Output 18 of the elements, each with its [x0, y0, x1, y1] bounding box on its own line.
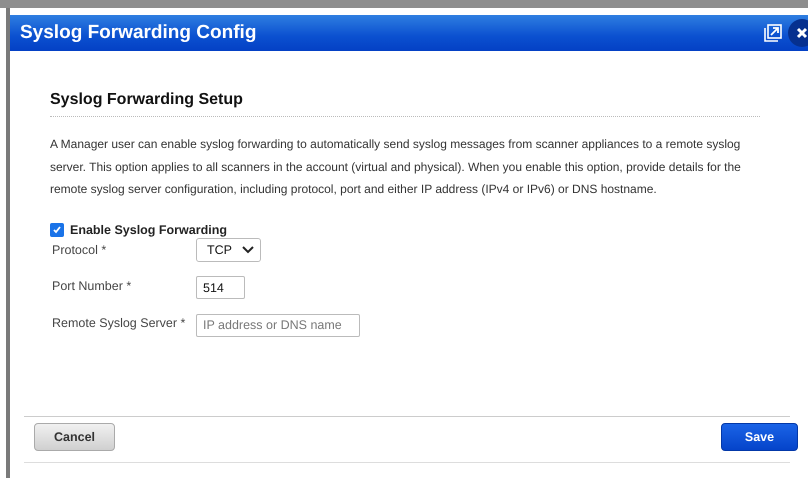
save-button[interactable]: Save: [721, 423, 798, 451]
section-title: Syslog Forwarding Setup: [50, 91, 760, 117]
popout-icon[interactable]: [764, 24, 782, 42]
protocol-dropdown[interactable]: TCP: [196, 238, 261, 262]
close-icon: [796, 27, 808, 39]
checkbox-label: Enable Syslog Forwarding: [70, 222, 227, 236]
window-title: Syslog Forwarding Config: [20, 22, 258, 44]
description-text: A Manager user can enable syslog forwarding to automatically send syslog messages from scanner appliances to a remote syslog server. This option applies to all scanners in the account (virtual and physical). When you enable this option, provide details for the remote syslog server configuration, including protocol, port and either IP address (IPv4 or IPv6) or DNS hostname.: [50, 136, 742, 198]
chevron-icon: [242, 246, 254, 254]
input-field[interactable]: 514: [196, 276, 245, 299]
enable-checkbox[interactable]: [50, 222, 64, 236]
cancel-button[interactable]: Cancel: [34, 423, 115, 451]
field-label: Remote Syslog Server *: [51, 316, 186, 330]
input-field[interactable]: IP address or DNS name: [196, 314, 360, 336]
checkmark-icon: [52, 224, 62, 234]
field-label: Port Number *: [51, 278, 132, 292]
field-label: Protocol *: [51, 242, 108, 256]
close-button[interactable]: [788, 19, 808, 47]
